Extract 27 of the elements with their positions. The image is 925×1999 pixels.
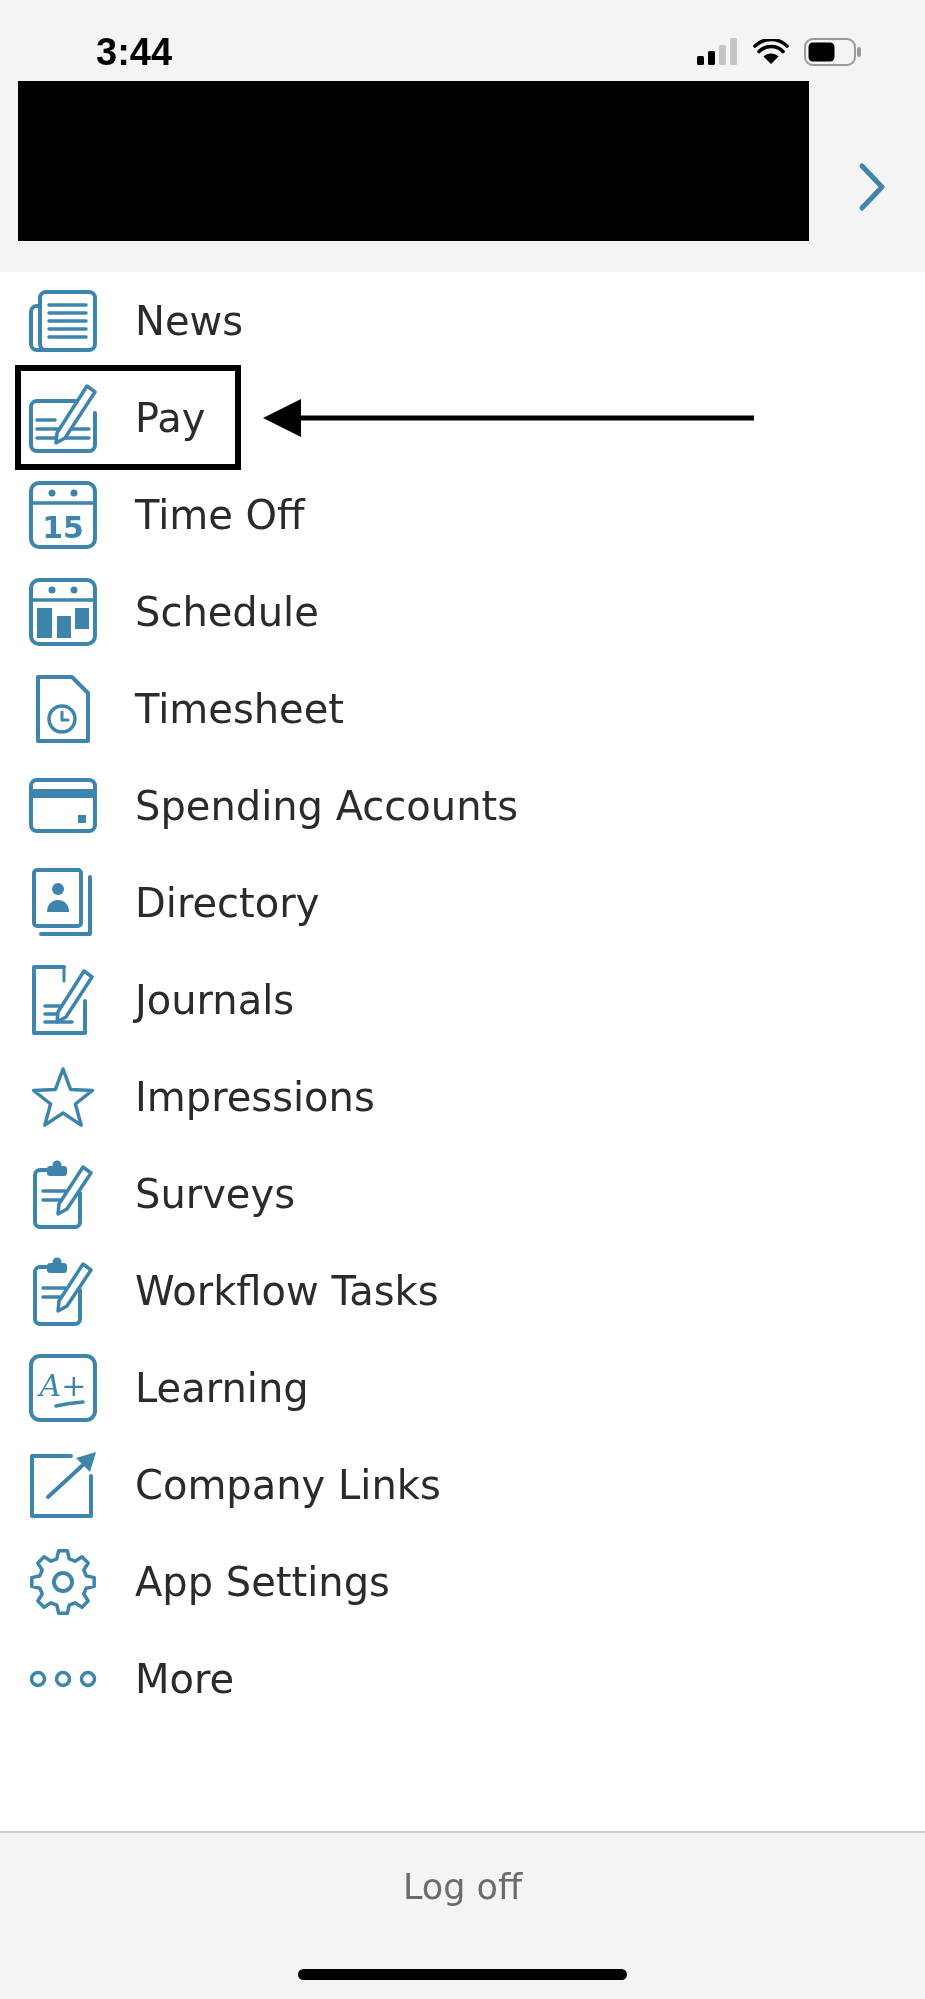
chevron-right-icon[interactable] <box>858 162 886 212</box>
clipboard-pen-icon[interactable] <box>33 1158 93 1229</box>
wifi-icon <box>753 38 789 65</box>
status-time: 3:44 <box>96 32 173 71</box>
gear-icon[interactable] <box>29 1547 97 1616</box>
menu-item[interactable]: Schedule <box>135 591 319 632</box>
menu-item[interactable]: Workflow Tasks <box>135 1270 439 1311</box>
menu-item[interactable]: Time Off <box>135 494 305 535</box>
document-clock-icon[interactable] <box>36 674 90 743</box>
calendar-chart-icon[interactable] <box>29 577 97 646</box>
more-icon[interactable] <box>29 1669 97 1688</box>
credit-card-icon[interactable] <box>29 778 97 833</box>
newspaper-icon[interactable] <box>29 289 97 352</box>
card-pen-icon[interactable] <box>29 382 97 453</box>
menu-item[interactable]: News <box>135 300 244 341</box>
menu-item[interactable]: More <box>135 1658 235 1699</box>
battery-icon <box>804 37 862 66</box>
star-icon[interactable] <box>29 1064 97 1129</box>
logoff-button[interactable]: Log off <box>394 1861 531 1913</box>
external-link-icon[interactable] <box>29 1450 97 1519</box>
menu-item[interactable]: Timesheet <box>135 688 344 729</box>
calendar-icon[interactable]: 15 <box>29 480 97 549</box>
clipboard-pen-icon[interactable] <box>33 1255 93 1326</box>
grade-icon[interactable]: A+ <box>29 1353 97 1422</box>
person-page-icon[interactable] <box>32 867 94 938</box>
signal-icon <box>697 38 738 65</box>
document-pen-icon[interactable] <box>32 964 94 1035</box>
